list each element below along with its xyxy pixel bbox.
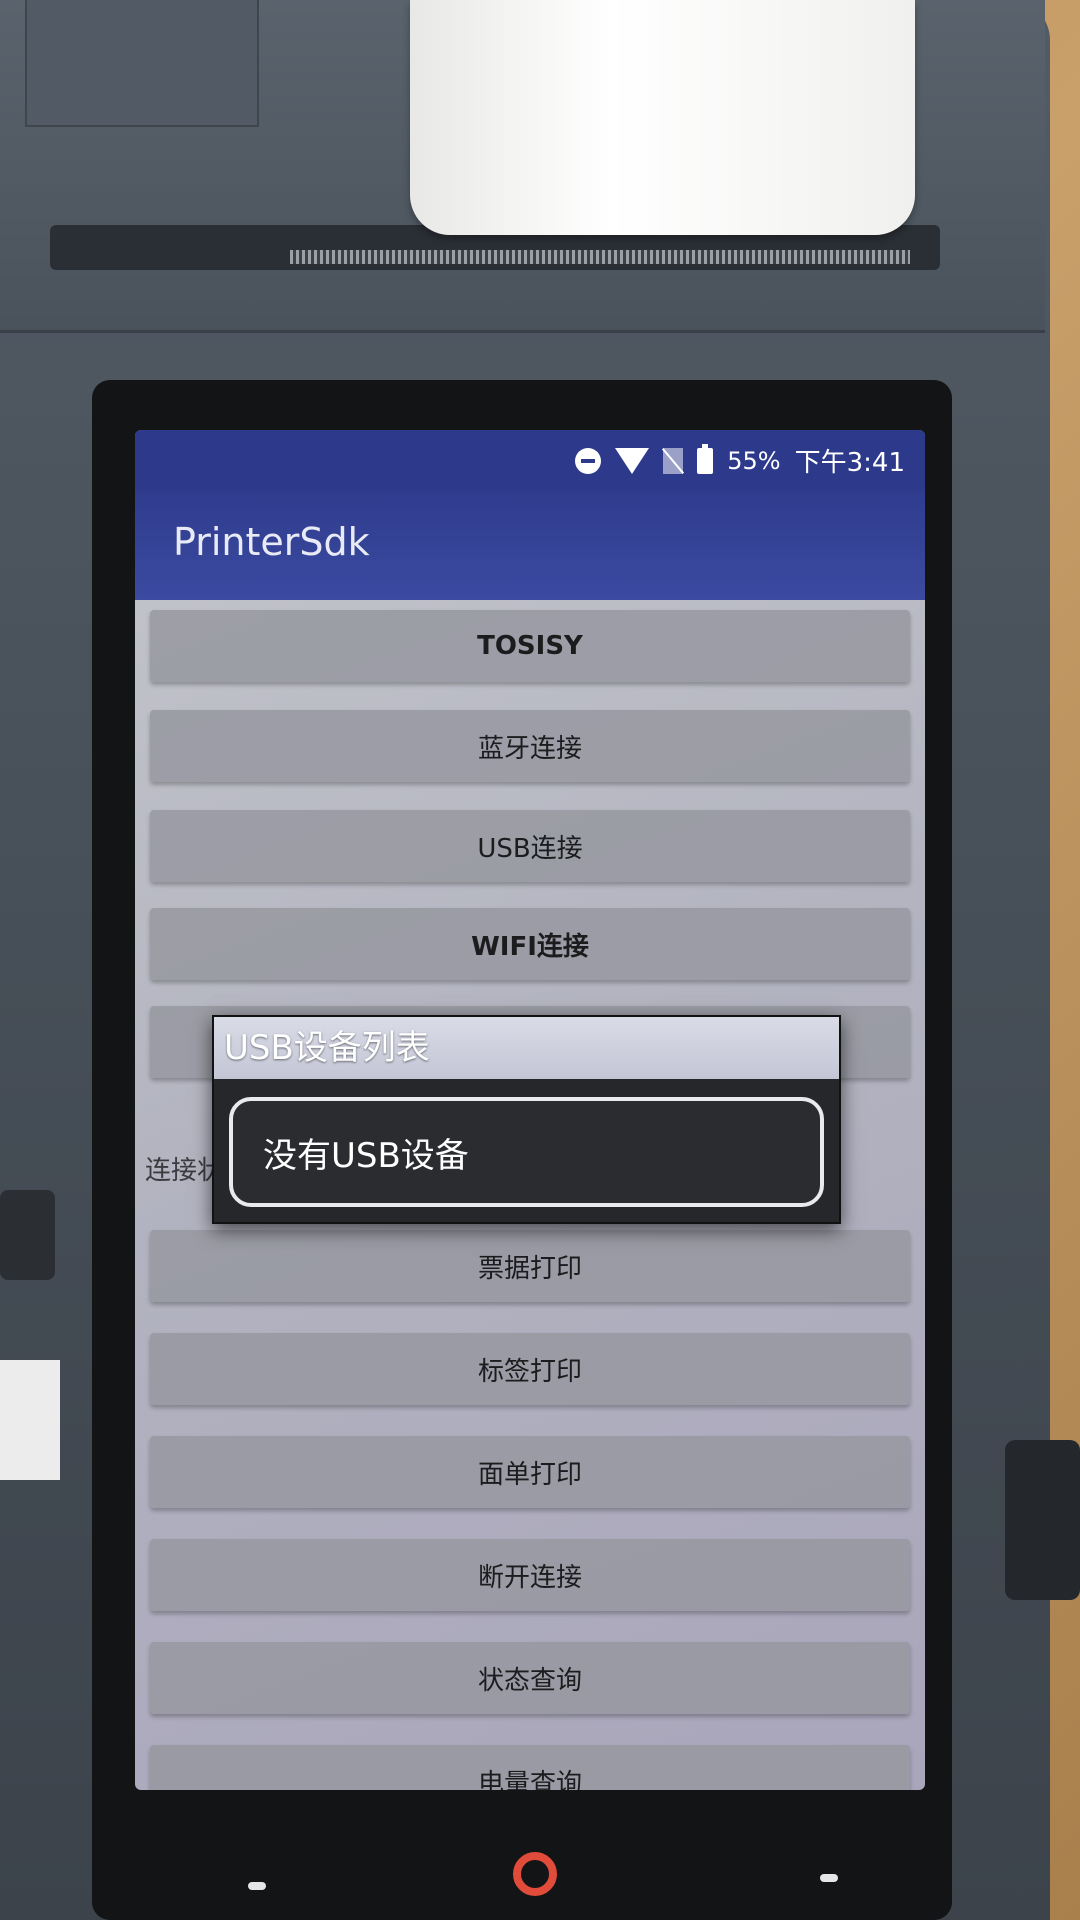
- home-nav-icon[interactable]: [513, 1852, 557, 1896]
- disconnect-button[interactable]: 断开连接: [150, 1539, 910, 1611]
- status-time: 下午3:41: [794, 448, 905, 478]
- no-usb-device-item[interactable]: 没有USB设备: [229, 1097, 824, 1207]
- tosisy-button[interactable]: TOSISY: [150, 610, 910, 682]
- usb-connect-button[interactable]: USB连接: [150, 810, 910, 882]
- app-title: PrinterSdk: [173, 520, 370, 564]
- receipt-print-button[interactable]: 票据打印: [150, 1230, 910, 1302]
- usb-device-dialog: USB设备列表 没有USB设备: [212, 1015, 841, 1224]
- status-query-button[interactable]: 状态查询: [150, 1642, 910, 1714]
- battery-percent: 55%: [727, 446, 781, 475]
- waybill-print-button[interactable]: 面单打印: [150, 1436, 910, 1508]
- printer-cover: [25, 0, 259, 127]
- label-print-button[interactable]: 标签打印: [150, 1333, 910, 1405]
- wifi-connect-button[interactable]: WIFI连接: [150, 908, 910, 980]
- recents-nav-icon[interactable]: [820, 1874, 838, 1882]
- status-bar: 55% 下午3:41: [135, 430, 925, 490]
- battery-query-button[interactable]: 电量查询: [150, 1745, 910, 1790]
- side-button-right: [1005, 1440, 1080, 1600]
- wifi-icon: [615, 447, 650, 474]
- receipt-paper: [410, 0, 915, 235]
- do-not-disturb-icon: [575, 447, 602, 474]
- no-sim-icon: [663, 447, 684, 474]
- battery-icon: [697, 443, 714, 474]
- side-button-left: [0, 1190, 55, 1280]
- tear-bar: [290, 250, 910, 264]
- dialog-title: USB设备列表: [214, 1017, 839, 1079]
- bluetooth-connect-button[interactable]: 蓝牙连接: [150, 710, 910, 782]
- app-bar: PrinterSdk: [135, 490, 925, 600]
- back-nav-icon[interactable]: [248, 1882, 266, 1890]
- cable-plug: [0, 1360, 60, 1480]
